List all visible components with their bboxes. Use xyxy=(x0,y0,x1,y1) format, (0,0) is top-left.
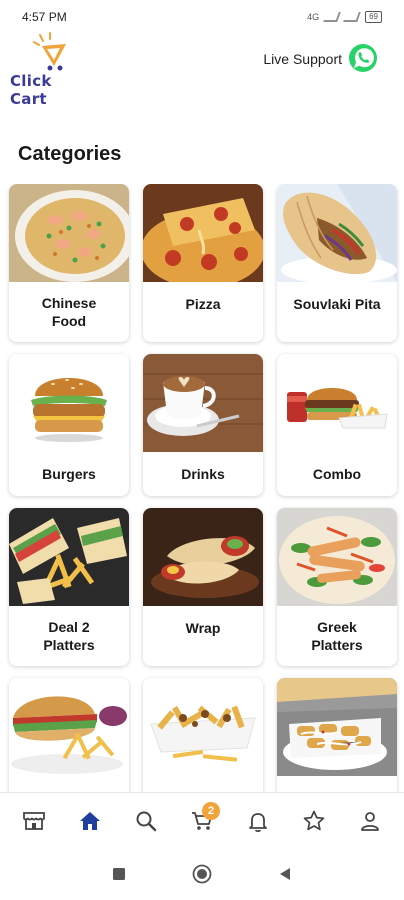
logo-mark-icon xyxy=(33,32,66,71)
nav-favorites[interactable] xyxy=(294,801,334,841)
network-label: 4G xyxy=(307,12,320,22)
nav-cart[interactable]: 2 xyxy=(182,801,222,841)
status-icons: 4G 69 xyxy=(307,11,382,23)
status-bar: 4:57 PM 4G 69 xyxy=(0,0,404,34)
category-card-drinks[interactable]: Drinks xyxy=(143,354,263,496)
category-card-chinese-food[interactable]: Chinese Food xyxy=(9,184,129,342)
nav-profile[interactable] xyxy=(350,801,390,841)
store-icon xyxy=(23,811,45,830)
deal-platters-image xyxy=(9,508,129,606)
app-logo-text: Click Cart xyxy=(10,72,52,108)
category-label: Burgers xyxy=(42,466,96,482)
sub-sandwich-image xyxy=(9,678,129,776)
category-label: Drinks xyxy=(181,466,225,482)
categories-title: Categories xyxy=(18,143,122,165)
drinks-image xyxy=(143,354,263,452)
home-icon xyxy=(80,811,100,830)
category-card-poutine[interactable] xyxy=(143,678,263,792)
category-card-sub[interactable] xyxy=(9,678,129,792)
battery-icon: 69 xyxy=(365,11,382,23)
category-label: Greek Platters xyxy=(311,619,363,653)
signal-icon xyxy=(323,12,341,22)
nav-home[interactable] xyxy=(70,801,110,841)
greek-platters-image xyxy=(277,508,397,606)
home-button-icon[interactable] xyxy=(192,864,212,884)
nav-store[interactable] xyxy=(14,801,54,841)
category-card-pizza[interactable]: Pizza xyxy=(143,184,263,342)
category-label: Souvlaki Pita xyxy=(293,296,381,312)
bell-icon xyxy=(249,812,267,832)
category-card-deal-2-platters[interactable]: Deal 2 Platters xyxy=(9,508,129,666)
category-label: Combo xyxy=(312,466,362,482)
pizza-image xyxy=(143,184,263,282)
app-header: Click Cart Live Support xyxy=(0,30,404,108)
category-label xyxy=(9,776,129,792)
category-card-combo[interactable]: Combo xyxy=(277,354,397,496)
whatsapp-icon[interactable] xyxy=(348,43,378,73)
combo-image xyxy=(277,354,397,452)
chinese-food-image xyxy=(9,184,129,282)
category-card-greek-platters[interactable]: Greek Platters xyxy=(277,508,397,666)
profile-icon xyxy=(361,811,379,831)
live-support-label[interactable]: Live Support xyxy=(263,51,342,67)
categories-grid: Chinese Food Pizza Souvlaki Pita Burgers… xyxy=(0,184,404,792)
nav-notifications[interactable] xyxy=(238,801,278,841)
souvlaki-pita-image xyxy=(277,184,397,282)
category-label: Wrap xyxy=(185,620,221,636)
recent-apps-icon[interactable] xyxy=(112,867,126,881)
cart-count-badge: 2 xyxy=(202,801,220,820)
category-card-souvlaki-pita[interactable]: Souvlaki Pita xyxy=(277,184,397,342)
category-label: Deal 2 Platters xyxy=(43,619,95,653)
status-time: 4:57 PM xyxy=(22,10,67,24)
bottom-navigation: 2 xyxy=(0,792,404,848)
category-label: Chinese Food xyxy=(41,295,97,329)
wrap-image xyxy=(143,508,263,606)
chicken-fries-image xyxy=(277,678,397,776)
category-label xyxy=(277,776,397,792)
signal-icon-2 xyxy=(343,12,361,22)
nav-search[interactable] xyxy=(126,801,166,841)
poutine-image xyxy=(143,678,263,776)
star-icon xyxy=(303,810,325,830)
burgers-image xyxy=(9,354,129,452)
category-label xyxy=(143,776,263,792)
category-card-burgers[interactable]: Burgers xyxy=(9,354,129,496)
system-navigation-bar xyxy=(0,848,404,900)
category-label: Pizza xyxy=(185,296,221,312)
app-logo[interactable]: Click Cart xyxy=(10,32,90,108)
category-card-chicken-fries[interactable] xyxy=(277,678,397,792)
search-icon xyxy=(136,811,157,831)
back-icon[interactable] xyxy=(278,867,292,881)
category-card-wrap[interactable]: Wrap xyxy=(143,508,263,666)
